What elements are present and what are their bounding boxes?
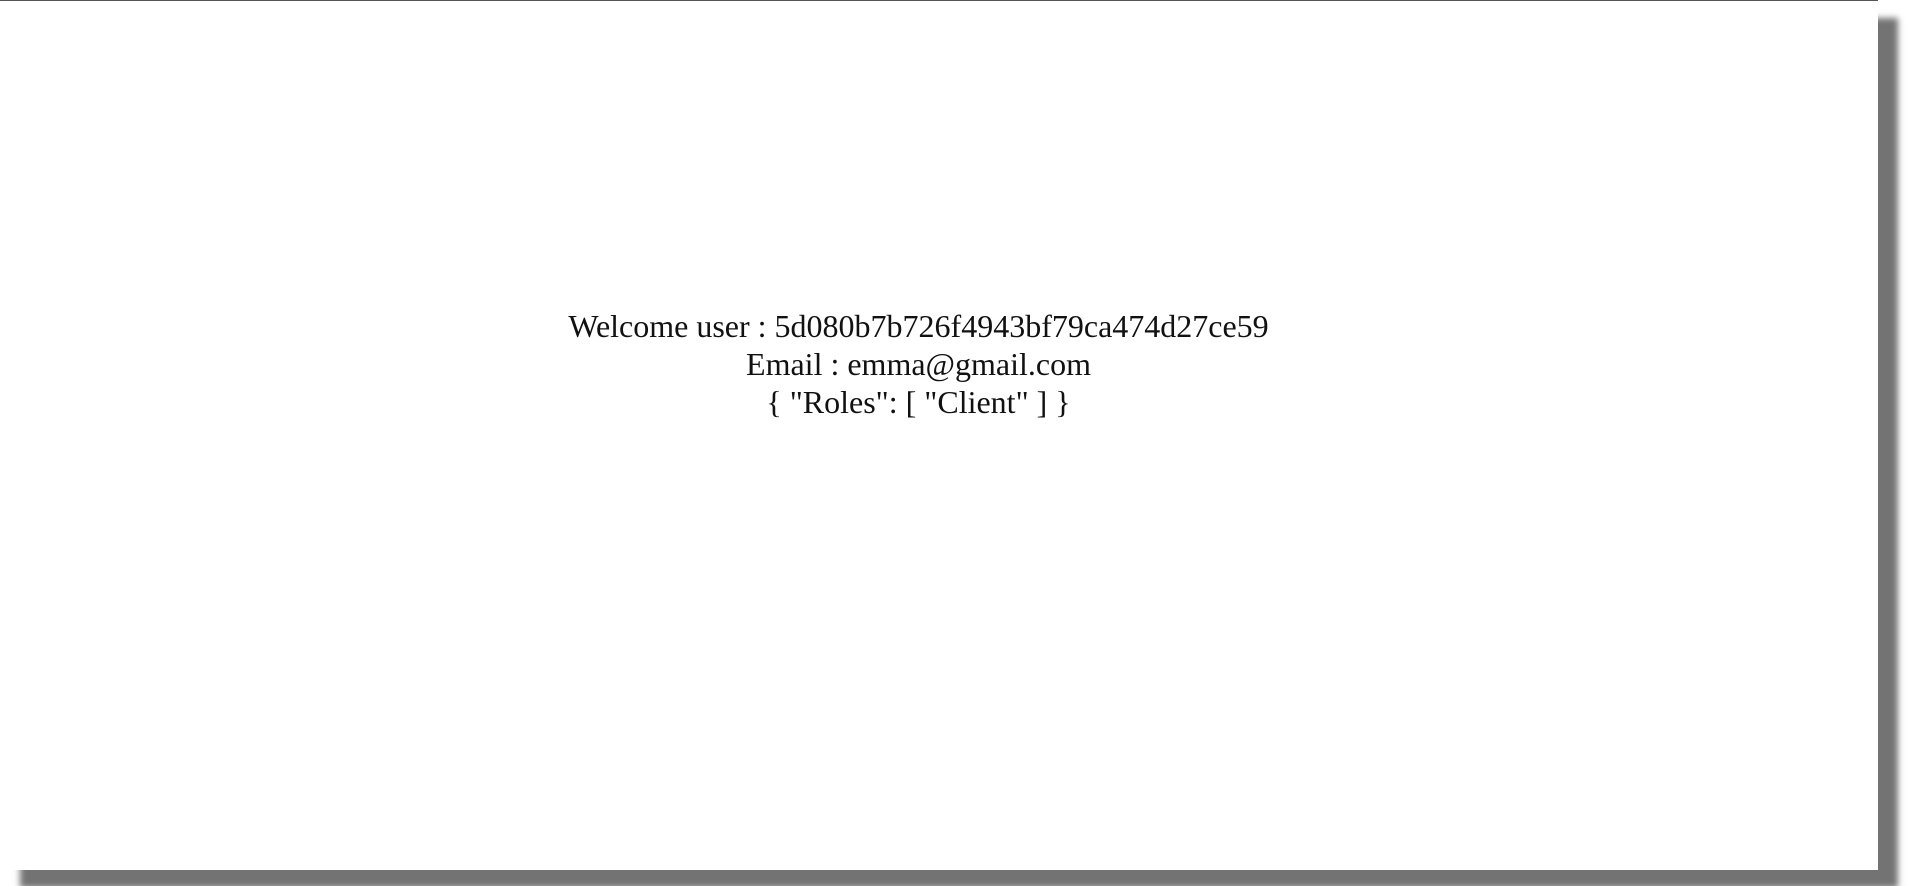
roles-text: { "Roles": [ "Client" ] } xyxy=(766,384,1071,420)
email-text: Email : emma@gmail.com xyxy=(746,346,1091,382)
page-container: Welcome user : 5d080b7b726f4943bf79ca474… xyxy=(0,0,1878,870)
welcome-content: Welcome user : 5d080b7b726f4943bf79ca474… xyxy=(0,307,1837,421)
welcome-user-text: Welcome user : 5d080b7b726f4943bf79ca474… xyxy=(568,308,1269,344)
